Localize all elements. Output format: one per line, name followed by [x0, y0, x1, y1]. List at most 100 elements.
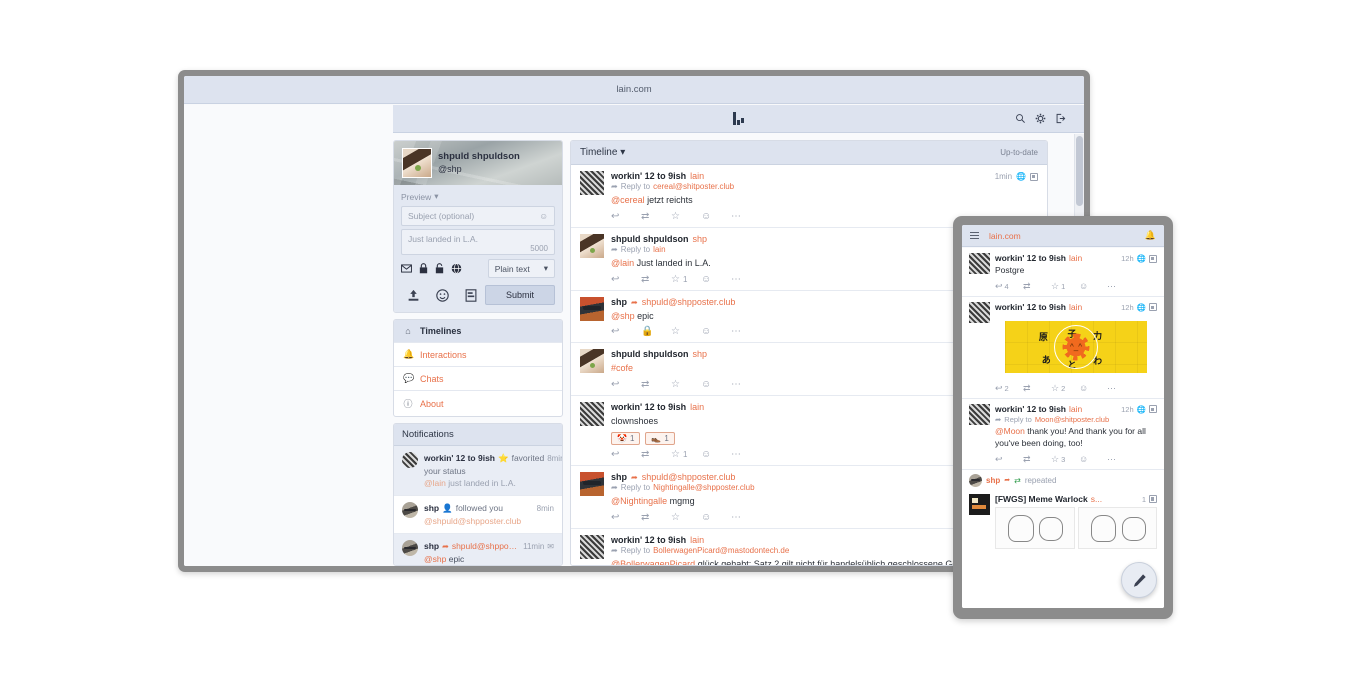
avatar[interactable]: [402, 148, 432, 178]
submit-button[interactable]: Submit: [484, 285, 555, 305]
more-icon[interactable]: ⋯: [731, 326, 761, 337]
search-icon[interactable]: [1015, 113, 1026, 124]
post[interactable]: [FWGS] Meme Warlock s... 1: [962, 489, 1164, 553]
reply-target[interactable]: Nightingalle@shpposter.club: [653, 483, 755, 492]
favorite-icon[interactable]: ☆ 1: [671, 274, 701, 285]
notification-link[interactable]: shpuld@shpposte...: [452, 540, 520, 552]
expand-icon[interactable]: [1149, 254, 1157, 263]
lock-icon[interactable]: 🔒: [641, 326, 671, 337]
bell-icon[interactable]: 🔔: [1145, 230, 1156, 241]
gear-icon[interactable]: [1035, 113, 1046, 124]
favorite-icon[interactable]: ☆ 1: [671, 449, 701, 460]
notification-item[interactable]: workin' 12 to 9ish ⭐ favorited 8min your…: [394, 446, 562, 497]
status-textarea[interactable]: Just landed in L.A. 5000: [401, 229, 555, 255]
more-icon[interactable]: ⋯: [1107, 454, 1135, 465]
reaction-pill[interactable]: 🤡 1: [611, 431, 641, 445]
repeat-icon[interactable]: ⇄: [1023, 454, 1051, 465]
post-attachment-images[interactable]: [995, 506, 1157, 549]
emoji-icon[interactable]: ☺: [701, 274, 731, 285]
post[interactable]: workin' 12 to 9ish lain 12h 🌐 原子力: [962, 297, 1164, 399]
post-mention[interactable]: @Moon: [995, 426, 1025, 436]
post-mention[interactable]: @cereal: [611, 195, 645, 205]
emoji-icon[interactable]: ☺: [701, 512, 731, 523]
reply-icon[interactable]: ↩: [611, 449, 641, 460]
post-handle[interactable]: lain: [690, 402, 704, 412]
more-icon[interactable]: ⋯: [1107, 383, 1135, 394]
emoji-icon[interactable]: ☺: [1079, 454, 1107, 465]
favorite-icon[interactable]: ☆ 1: [1051, 281, 1079, 292]
reply-icon[interactable]: ↩: [611, 512, 641, 523]
notification-mention[interactable]: @shpuld@shpposter.club: [424, 516, 521, 526]
subject-input[interactable]: Subject (optional) ☺: [401, 206, 555, 226]
reply-icon[interactable]: ↩: [995, 454, 1023, 465]
favorite-icon[interactable]: ☆: [671, 211, 701, 222]
sidebar-item-about[interactable]: ⓘ About: [394, 391, 562, 416]
reaction-pill[interactable]: 👞 1: [645, 431, 675, 445]
expand-icon[interactable]: [1030, 172, 1038, 181]
sidebar-item-interactions[interactable]: 🔔 Interactions: [394, 343, 562, 367]
avatar[interactable]: [580, 296, 604, 321]
sidebar-item-chats[interactable]: 💬 Chats: [394, 367, 562, 391]
more-icon[interactable]: ⋯: [731, 211, 761, 222]
post-handle[interactable]: shpuld@shpposter.club: [642, 297, 736, 307]
avatar[interactable]: [580, 171, 604, 195]
notification-item[interactable]: shp ➦ shpuld@shpposte... 11min ✉ @shp ep…: [394, 534, 562, 565]
reply-target[interactable]: cereal@shitposter.club: [653, 182, 734, 191]
hamburger-icon[interactable]: [970, 231, 979, 240]
post-handle[interactable]: shp: [693, 349, 708, 359]
more-icon[interactable]: ⋯: [731, 512, 761, 523]
post-handle[interactable]: lain: [1069, 404, 1082, 414]
avatar[interactable]: [969, 473, 982, 487]
avatar[interactable]: [969, 493, 990, 515]
post-handle[interactable]: lain: [690, 171, 704, 181]
post-mention[interactable]: @Nightingalle: [611, 496, 667, 506]
more-icon[interactable]: ⋯: [731, 274, 761, 285]
post-handle[interactable]: lain: [1069, 253, 1082, 263]
avatar[interactable]: [969, 403, 990, 425]
notification-mention[interactable]: @shp: [424, 554, 446, 564]
reply-icon[interactable]: ↩ 4: [995, 281, 1023, 292]
envelope-icon[interactable]: [401, 264, 412, 273]
emoji-icon[interactable]: [436, 288, 449, 302]
emoji-icon[interactable]: ☺: [701, 449, 731, 460]
expand-icon[interactable]: [1149, 495, 1157, 504]
favorite-icon[interactable]: ☆ 3: [1051, 454, 1079, 465]
avatar[interactable]: [580, 402, 604, 427]
reply-icon[interactable]: ↩: [611, 379, 641, 390]
logout-icon[interactable]: [1055, 113, 1066, 124]
notification-item[interactable]: shp 👤 followed you 8min @shpuld@shpposte…: [394, 496, 562, 535]
timeline-title-group[interactable]: Timeline ▾: [580, 147, 625, 158]
reply-target[interactable]: Moon@shitposter.club: [1035, 415, 1109, 424]
format-select[interactable]: Plain text ▾: [487, 259, 555, 278]
post-mention[interactable]: @BollerwagenPicard: [611, 559, 695, 565]
post[interactable]: workin' 12 to 9ish lain 12h 🌐 Postgre ↩ 4: [962, 248, 1164, 297]
avatar[interactable]: [969, 301, 990, 323]
repeat-icon[interactable]: ⇄: [641, 274, 671, 285]
reply-icon[interactable]: ↩ 2: [995, 383, 1023, 394]
meme-panel[interactable]: [1077, 506, 1157, 549]
globe-icon[interactable]: [451, 263, 462, 274]
repeat-user[interactable]: shp: [986, 476, 1000, 485]
post-handle[interactable]: shpuld@shpposter.club: [642, 472, 736, 482]
expand-icon[interactable]: [1149, 303, 1157, 312]
repeat-icon[interactable]: ⇄: [641, 379, 671, 390]
reply-target[interactable]: lain: [653, 245, 665, 254]
avatar[interactable]: [580, 233, 604, 258]
sidebar-item-timelines[interactable]: ⌂ Timelines: [394, 320, 562, 343]
favorite-icon[interactable]: ☆: [671, 379, 701, 390]
notification-mention[interactable]: @lain: [424, 478, 446, 488]
emoji-icon[interactable]: ☺: [701, 211, 731, 222]
emoji-icon[interactable]: ☺: [701, 326, 731, 337]
reply-icon[interactable]: ↩: [611, 274, 641, 285]
repeat-icon[interactable]: ⇄: [641, 512, 671, 523]
repeat-icon[interactable]: ⇄: [641, 211, 671, 222]
meme-panel[interactable]: [995, 506, 1075, 549]
reply-target[interactable]: BollerwagenPicard@mastodontech.de: [653, 546, 789, 555]
compose-fab-button[interactable]: [1121, 562, 1157, 598]
post-handle[interactable]: shp: [693, 234, 708, 244]
favorite-icon[interactable]: ☆: [671, 326, 701, 337]
repeat-icon[interactable]: ⇄: [1023, 383, 1051, 394]
emoji-icon[interactable]: ☺: [701, 379, 731, 390]
emoji-icon[interactable]: ☺: [1079, 383, 1107, 394]
emoji-icon[interactable]: ☺: [1079, 281, 1107, 292]
